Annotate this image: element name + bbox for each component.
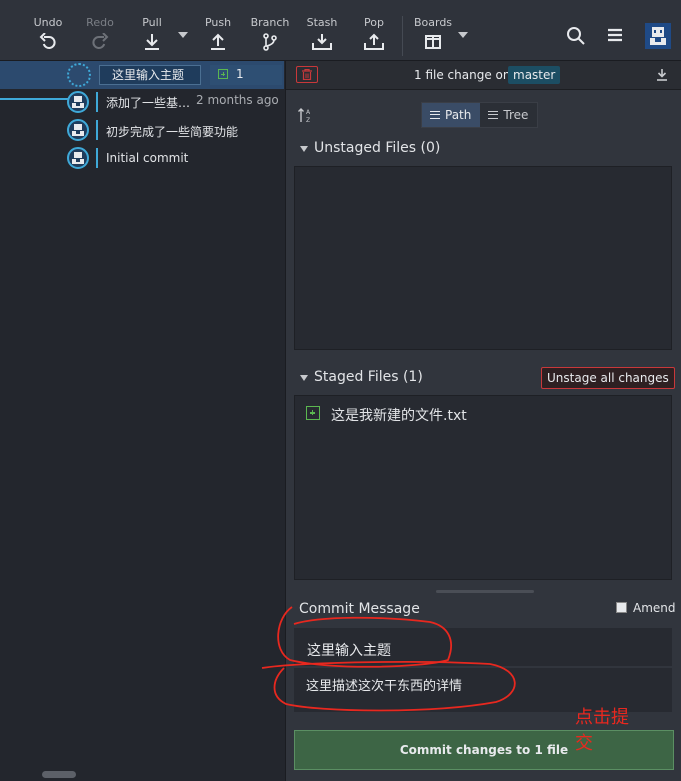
tree-view-button[interactable]: Tree bbox=[480, 103, 538, 127]
commit-row[interactable]: Initial commit bbox=[0, 144, 284, 172]
branch-label: Branch bbox=[250, 16, 290, 29]
pull-icon bbox=[145, 34, 159, 50]
stash-icon bbox=[312, 34, 332, 50]
discard-changes-button[interactable] bbox=[296, 66, 318, 83]
undo-button[interactable]: Undo bbox=[20, 16, 76, 51]
undo-label: Undo bbox=[33, 16, 63, 29]
search-icon[interactable] bbox=[566, 26, 586, 46]
author-avatar-icon bbox=[67, 91, 89, 113]
profile-avatar-icon[interactable] bbox=[645, 23, 671, 49]
commit-graph-panel: 这里输入主题 1 添加了一些基… 2 months ago 初步完成了一些简要功… bbox=[0, 61, 284, 781]
title-bar bbox=[0, 0, 681, 10]
tree-list-icon bbox=[488, 111, 499, 119]
branch-badge: master bbox=[508, 66, 561, 84]
download-icon[interactable] bbox=[656, 68, 668, 81]
push-icon bbox=[211, 33, 225, 50]
svg-text:Z: Z bbox=[306, 117, 310, 123]
menu-icon[interactable] bbox=[606, 26, 624, 44]
branch-indicator bbox=[96, 92, 98, 112]
commit-row[interactable]: 添加了一些基… 2 months ago bbox=[0, 88, 284, 116]
push-label: Push bbox=[204, 16, 232, 29]
amend-checkbox[interactable] bbox=[616, 602, 627, 613]
toolbar: Undo Redo Pull Push Branch Stash Pop Boa… bbox=[0, 10, 681, 61]
amend-label: Amend bbox=[633, 601, 676, 615]
wip-file-count: 1 bbox=[236, 67, 244, 81]
tree-view-label: Tree bbox=[503, 108, 529, 122]
boards-icon bbox=[425, 35, 441, 49]
boards-label: Boards bbox=[413, 16, 453, 29]
annotation-note: 点击提交 bbox=[575, 707, 629, 754]
commit-message: 初步完成了一些简要功能 bbox=[106, 125, 239, 139]
pull-options-chevron-down-icon[interactable] bbox=[178, 32, 188, 38]
staging-header: 1 file change on master bbox=[286, 61, 681, 90]
pop-button[interactable]: Pop bbox=[346, 16, 402, 51]
branch-indicator bbox=[96, 148, 98, 168]
sort-az-icon[interactable]: AZ bbox=[298, 107, 314, 123]
wip-summary-field[interactable]: 这里输入主题 bbox=[99, 65, 201, 85]
view-mode-toggle: Path Tree bbox=[421, 102, 539, 128]
push-button[interactable]: Push bbox=[190, 16, 246, 51]
commit-row[interactable]: 初步完成了一些简要功能 bbox=[0, 116, 284, 144]
undo-icon bbox=[39, 33, 56, 49]
added-file-icon bbox=[218, 69, 228, 79]
pop-label: Pop bbox=[364, 16, 384, 29]
stash-label: Stash bbox=[306, 16, 338, 29]
wip-row[interactable]: 这里输入主题 1 bbox=[0, 61, 284, 89]
author-avatar-icon bbox=[67, 147, 89, 169]
commit-date: 2 months ago bbox=[196, 93, 279, 107]
wip-file-count-badge: 1 bbox=[210, 65, 282, 85]
commit-message-title: Commit Message bbox=[299, 601, 420, 617]
unstage-all-button[interactable]: Unstage all changes bbox=[541, 367, 675, 389]
staged-file-name[interactable]: 这是我新建的文件.txt bbox=[331, 405, 467, 425]
svg-text:A: A bbox=[306, 109, 311, 116]
commit-summary-input[interactable]: 这里输入主题 bbox=[294, 628, 672, 666]
pull-button[interactable]: Pull bbox=[124, 16, 180, 51]
file-added-icon bbox=[306, 406, 320, 420]
pull-label: Pull bbox=[142, 16, 162, 29]
branch-button[interactable]: Branch bbox=[242, 16, 298, 51]
stash-button[interactable]: Stash bbox=[294, 16, 350, 51]
unstaged-files-list bbox=[294, 166, 672, 350]
horizontal-scrollbar[interactable] bbox=[42, 771, 76, 778]
staging-panel: 1 file change on master AZ Path Tree Uns… bbox=[285, 61, 681, 781]
toolbar-divider bbox=[402, 16, 403, 56]
path-view-button[interactable]: Path bbox=[422, 103, 481, 127]
path-view-label: Path bbox=[445, 108, 472, 122]
unstaged-files-title: Unstaged Files (0) bbox=[314, 140, 441, 156]
list-icon bbox=[430, 111, 440, 119]
author-avatar-icon bbox=[67, 119, 89, 141]
redo-label: Redo bbox=[86, 16, 114, 29]
redo-button[interactable]: Redo bbox=[72, 16, 128, 51]
branch-indicator bbox=[96, 120, 98, 140]
wip-node-icon bbox=[67, 63, 91, 87]
staged-files-title: Staged Files (1) bbox=[314, 369, 423, 385]
collapse-staged-chevron-down-icon[interactable] bbox=[300, 375, 308, 381]
commit-message: 添加了一些基… bbox=[106, 96, 191, 110]
boards-button[interactable]: Boards bbox=[405, 16, 461, 51]
collapse-unstaged-chevron-down-icon[interactable] bbox=[300, 146, 308, 152]
panel-resize-handle[interactable] bbox=[436, 590, 534, 593]
redo-icon bbox=[92, 33, 109, 49]
pop-icon bbox=[364, 33, 384, 50]
commit-message: Initial commit bbox=[106, 151, 189, 165]
trash-icon bbox=[302, 69, 312, 80]
branch-icon bbox=[263, 33, 277, 51]
file-change-summary: 1 file change on bbox=[414, 68, 511, 82]
boards-chevron-down-icon[interactable] bbox=[458, 32, 468, 38]
